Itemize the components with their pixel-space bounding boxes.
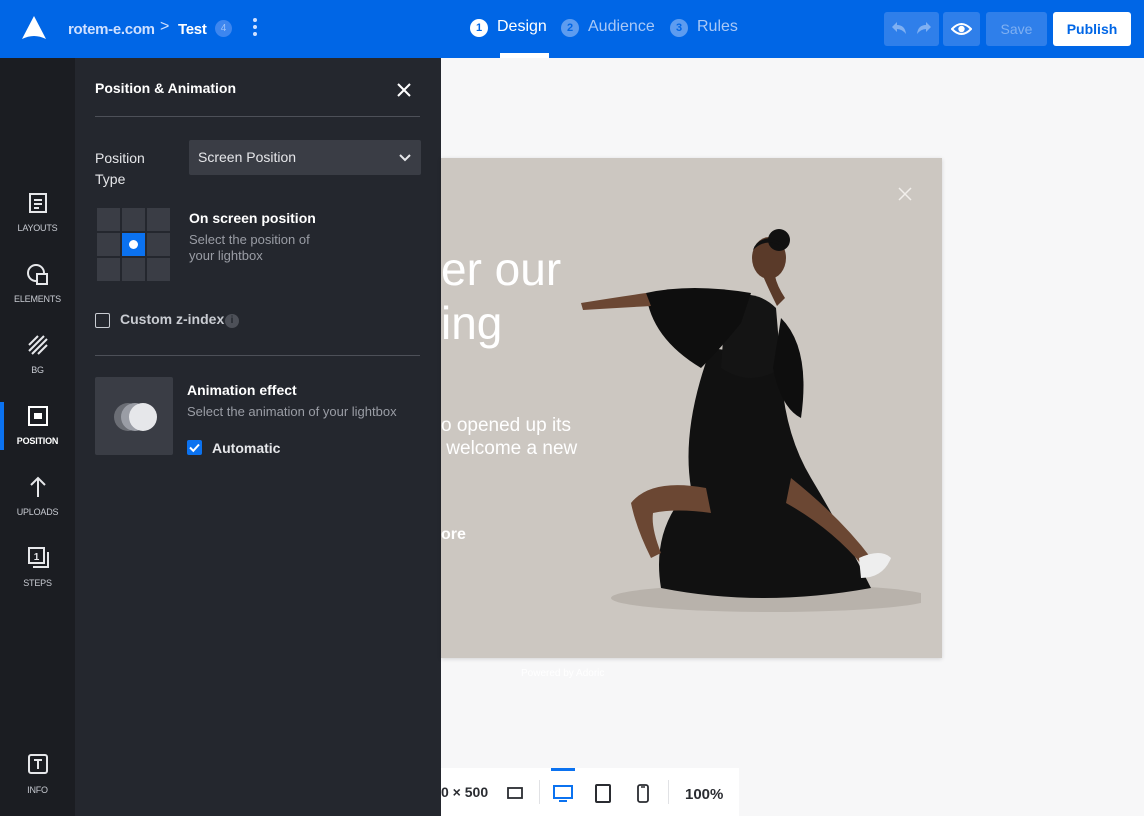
step-label: Rules (697, 18, 738, 35)
resize-frame-icon[interactable] (504, 782, 526, 804)
nav-item-layouts[interactable]: LAYOUTS (0, 191, 75, 251)
nav-item-steps[interactable]: 1 STEPS (0, 546, 75, 606)
svg-text:1: 1 (34, 552, 40, 563)
position-cell-top-left[interactable] (97, 208, 120, 231)
position-type-select[interactable]: Screen Position (189, 140, 421, 175)
close-icon[interactable] (395, 81, 413, 99)
nav-item-elements[interactable]: ELEMENTS (0, 262, 75, 322)
info-icon[interactable]: i (225, 314, 239, 328)
position-cell-bottom-left[interactable] (97, 258, 120, 281)
preview-button[interactable] (943, 12, 980, 46)
step-label: Design (497, 18, 547, 35)
upload-icon (30, 476, 46, 497)
custom-zindex-checkbox[interactable] (95, 313, 110, 328)
position-cell-middle-left[interactable] (97, 233, 120, 256)
position-type-label: Position Type (95, 150, 145, 187)
divider (95, 355, 420, 356)
breadcrumb-separator: > (160, 18, 170, 35)
nav-label: UPLOADS (16, 507, 59, 517)
animation-effect-thumbnail[interactable] (95, 377, 173, 455)
desktop-icon[interactable] (552, 782, 574, 804)
toolbar-separator (668, 780, 669, 804)
step-number: 3 (670, 19, 688, 37)
elements-icon (27, 264, 48, 285)
zoom-level[interactable]: 100% (685, 786, 723, 803)
position-cell-middle-right[interactable] (147, 233, 170, 256)
left-nav: LAYOUTS ELEMENTS BG POSITION UPLOADS 1 S… (0, 58, 75, 816)
more-options-icon[interactable] (250, 18, 260, 40)
adoric-logo-icon[interactable] (20, 14, 48, 42)
breadcrumb-page[interactable]: Test (178, 21, 207, 38)
step-label: Audience (588, 18, 655, 35)
nav-label: ELEMENTS (14, 294, 61, 304)
layouts-icon (29, 193, 47, 213)
toolbar-separator (539, 780, 540, 804)
popup-close-icon[interactable] (897, 186, 913, 202)
background-icon (28, 335, 48, 355)
design-canvas: er our ing o opened up its welcome a new… (441, 58, 1144, 816)
divider (95, 116, 420, 117)
nav-item-info[interactable]: INFO (0, 753, 75, 813)
nav-item-position[interactable]: POSITION (0, 404, 75, 464)
animation-effect-title: Animation effect (187, 382, 297, 398)
custom-zindex-label[interactable]: Custom z-index (120, 311, 224, 327)
top-bar: rotem-e.com > Test 4 1 Design 2 Audience… (0, 0, 1144, 58)
canvas-dimensions[interactable]: 0 × 500 (441, 784, 488, 800)
undo-redo-group (884, 12, 939, 46)
model-photo[interactable] (541, 228, 921, 618)
animation-effect-icon (114, 403, 157, 431)
nav-label: BG (31, 365, 44, 375)
undo-icon[interactable] (889, 20, 909, 38)
nav-item-uploads[interactable]: UPLOADS (0, 475, 75, 535)
mobile-icon[interactable] (632, 782, 654, 804)
onscreen-position-description: Select the position of your lightbox (189, 232, 310, 263)
active-device-indicator (551, 768, 575, 771)
automatic-label[interactable]: Automatic (212, 440, 280, 456)
step-number: 1 (470, 19, 488, 37)
position-type-value: Screen Position (198, 149, 297, 165)
breadcrumb-site[interactable]: rotem-e.com (68, 21, 155, 38)
check-icon (189, 443, 200, 453)
step-number: 2 (561, 19, 579, 37)
nav-item-bg[interactable]: BG (0, 333, 75, 393)
popup-cta-button[interactable]: ore (441, 526, 466, 544)
position-animation-panel: Position & Animation Position Type Scree… (75, 58, 441, 816)
onscreen-position-title: On screen position (189, 210, 316, 226)
position-cell-top-right[interactable] (147, 208, 170, 231)
nav-label: POSITION (16, 436, 59, 446)
nav-label: INFO (27, 785, 48, 795)
automatic-checkbox[interactable] (187, 440, 202, 455)
redo-icon[interactable] (914, 20, 934, 38)
canvas-toolbar: 0 × 500 100% (441, 768, 739, 816)
save-button[interactable]: Save (986, 12, 1047, 46)
position-cell-bottom-right[interactable] (147, 258, 170, 281)
position-grid (97, 208, 171, 282)
publish-button[interactable]: Publish (1053, 12, 1131, 46)
steps-icon: 1 (28, 547, 49, 568)
lightbox-preview[interactable]: er our ing o opened up its welcome a new… (441, 158, 942, 658)
position-cell-bottom-center[interactable] (122, 258, 145, 281)
powered-by-label: Powered by Adoric (521, 668, 605, 679)
position-cell-top-center[interactable] (122, 208, 145, 231)
info-text-icon (28, 754, 48, 774)
nav-label: STEPS (23, 578, 52, 588)
animation-effect-description: Select the animation of your lightbox (187, 404, 397, 419)
position-cell-center[interactable] (122, 233, 145, 256)
panel-title: Position & Animation (95, 80, 237, 96)
position-icon (28, 406, 48, 426)
eye-icon (951, 23, 972, 35)
chevron-down-icon (399, 154, 411, 162)
tablet-icon[interactable] (592, 782, 614, 804)
page-badge: 4 (215, 20, 232, 37)
nav-label: LAYOUTS (17, 223, 58, 233)
